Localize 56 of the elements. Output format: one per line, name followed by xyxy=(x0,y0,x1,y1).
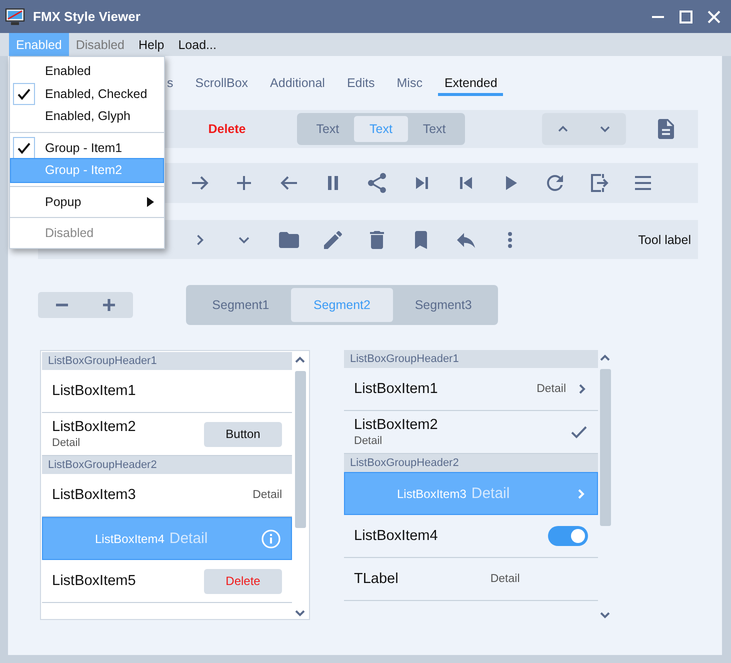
item-label: ListBoxItem2 xyxy=(354,417,438,433)
menu-item[interactable]: Enabled, Glyph xyxy=(11,105,163,128)
tab[interactable]: Extended xyxy=(438,72,504,96)
group-header: ListBoxGroupHeader2 xyxy=(344,454,598,472)
maximize-icon[interactable] xyxy=(679,10,693,24)
tab[interactable]: s xyxy=(161,72,180,96)
scrollbar-thumb[interactable] xyxy=(294,371,306,528)
window-title: FMX Style Viewer xyxy=(33,9,140,24)
chevron-up-icon[interactable] xyxy=(294,355,306,365)
menu-item[interactable]: Load... xyxy=(171,33,224,56)
segment-button[interactable]: Text xyxy=(408,116,461,142)
item-label: ListBoxItem2 xyxy=(52,419,136,435)
item-detail: Detail xyxy=(536,383,566,395)
item-label: ListBoxItem3 xyxy=(397,486,466,500)
item-detail: Detail xyxy=(471,485,510,502)
list-button[interactable]: Button xyxy=(204,422,282,446)
tab[interactable]: Misc xyxy=(390,72,428,96)
segment-button[interactable]: Segment1 xyxy=(190,288,292,322)
item-label: ListBoxItem3 xyxy=(52,487,136,503)
item-label: ListBoxItem4 xyxy=(95,532,164,546)
submenu-arrow-icon xyxy=(147,196,154,207)
item-detail: Detail xyxy=(169,530,208,547)
close-icon[interactable] xyxy=(707,10,721,24)
delete-button[interactable]: Delete xyxy=(199,122,255,136)
scrollbar-thumb[interactable] xyxy=(600,369,610,526)
chevron-up-icon[interactable] xyxy=(599,353,611,363)
chevron-down-icon[interactable] xyxy=(294,608,306,618)
item-label: ListBoxItem4 xyxy=(354,528,438,544)
segment-button[interactable]: Text xyxy=(301,116,354,142)
item-detail: Detail xyxy=(52,437,82,449)
monitor-icon xyxy=(5,8,25,26)
tool-label: Tool label xyxy=(638,232,691,246)
info-icon[interactable] xyxy=(261,528,281,548)
menu-item[interactable]: Enabled, Checked xyxy=(11,82,163,105)
item-label: ListBoxItem5 xyxy=(52,573,136,589)
item-detail: Detail xyxy=(490,573,520,585)
menu-item[interactable]: Enabled xyxy=(11,60,163,82)
group-header: ListBoxGroupHeader1 xyxy=(344,350,598,368)
menu-item[interactable]: Popup xyxy=(11,190,163,213)
tab[interactable]: ScrollBox xyxy=(189,72,254,96)
menu-item[interactable]: Group - Item1 xyxy=(11,136,163,159)
chevron-down-icon[interactable] xyxy=(599,610,611,620)
item-detail: Detail xyxy=(354,435,384,447)
tab[interactable]: Edits xyxy=(340,72,381,96)
segment-button[interactable]: Segment3 xyxy=(392,288,494,322)
list-button[interactable]: Delete xyxy=(204,568,282,594)
item-detail: Detail xyxy=(252,489,282,501)
item-label: ListBoxItem1 xyxy=(354,381,438,397)
plus-icon[interactable] xyxy=(102,298,116,312)
group-header: ListBoxGroupHeader1 xyxy=(42,352,292,370)
item-label: ListBoxItem1 xyxy=(52,383,136,399)
group-header: ListBoxGroupHeader2 xyxy=(42,456,292,474)
toggle-switch[interactable] xyxy=(548,526,588,546)
item-label: TLabel xyxy=(354,571,398,587)
tab[interactable]: Additional xyxy=(264,72,331,96)
menu-item[interactable]: Help xyxy=(132,33,172,56)
